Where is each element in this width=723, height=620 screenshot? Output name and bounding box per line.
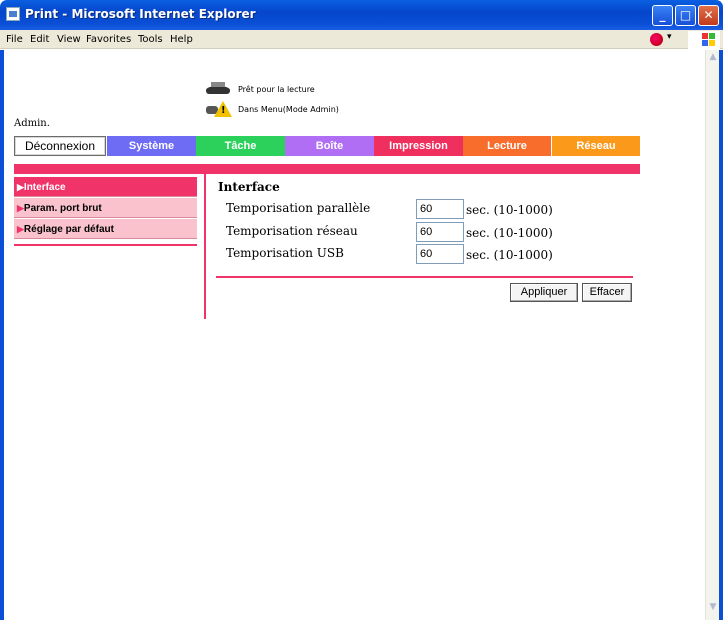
window-titlebar[interactable]: Print - Microsoft Internet Explorer _ □ … [0, 0, 723, 30]
parallel-timeout-unit: sec. (10-1000) [466, 203, 553, 217]
tab-lecture[interactable]: Lecture [463, 136, 551, 156]
section-header-bar [14, 164, 640, 174]
logo-yellow-pane [709, 40, 715, 46]
logo-blue-pane [702, 40, 708, 46]
parallel-timeout-input[interactable] [416, 199, 464, 219]
menu-view[interactable]: View [57, 34, 81, 45]
sidebar-item-label: Interface [23, 182, 66, 193]
play-arrow-icon: ▶ [17, 182, 24, 192]
vertical-scrollbar[interactable]: ▲ ▼ [705, 50, 723, 620]
usb-timeout-label: Temporisation USB [226, 246, 344, 260]
logo-red-pane [702, 33, 708, 39]
menu-help[interactable]: Help [170, 34, 193, 45]
language-globe-icon[interactable] [650, 33, 663, 46]
usb-timeout-unit: sec. (10-1000) [466, 248, 553, 262]
window-title: Print - Microsoft Internet Explorer [25, 7, 256, 21]
chevron-down-icon[interactable]: ▾ [667, 32, 672, 42]
status-mode: ! Dans Menu(Mode Admin) [206, 100, 339, 118]
status-ready-text: Prêt pour la lecture [238, 84, 315, 94]
status-mode-text: Dans Menu(Mode Admin) [238, 104, 339, 114]
tab-reseau[interactable]: Réseau [552, 136, 640, 156]
clear-button[interactable]: Effacer [582, 283, 632, 302]
sidebar-item-interface[interactable]: ▶Interface [14, 177, 197, 197]
tab-systeme[interactable]: Système [107, 136, 196, 156]
sidebar-item-label: Param. port brut [23, 203, 102, 214]
sidebar-item-param-port-brut[interactable]: ▶Param. port brut [14, 198, 197, 218]
menu-bar: File Edit View Favorites Tools Help [0, 30, 723, 49]
minimize-button[interactable]: _ [652, 5, 673, 26]
status-ready: Prêt pour la lecture [206, 82, 315, 96]
logo-green-pane [709, 33, 715, 39]
menu-edit[interactable]: Edit [30, 34, 49, 45]
panel-divider [204, 174, 206, 319]
network-timeout-unit: sec. (10-1000) [466, 226, 553, 240]
warning-icon: ! [206, 100, 232, 118]
sidebar-divider [14, 244, 197, 246]
tab-boite[interactable]: Boîte [285, 136, 374, 156]
apply-button[interactable]: Appliquer [510, 283, 578, 302]
play-arrow-icon: ▶ [17, 203, 24, 213]
form-title: Interface [218, 180, 280, 194]
menu-favorites[interactable]: Favorites [86, 34, 131, 45]
admin-label: Admin. [14, 118, 50, 129]
printer-icon [206, 82, 232, 96]
form-divider [216, 276, 633, 278]
scroll-down-icon[interactable]: ▼ [707, 602, 719, 616]
ie-page-icon [6, 7, 20, 21]
sidebar-item-label: Réglage par défaut [23, 224, 114, 235]
close-button[interactable]: ✕ [698, 5, 719, 26]
windows-logo-icon [688, 31, 720, 49]
menu-file[interactable]: File [6, 34, 23, 45]
menu-tools[interactable]: Tools [138, 34, 163, 45]
usb-timeout-input[interactable] [416, 244, 464, 264]
tab-impression[interactable]: Impression [374, 136, 463, 156]
logout-button[interactable]: Déconnexion [14, 136, 106, 156]
scroll-up-icon[interactable]: ▲ [707, 52, 719, 66]
tab-tache[interactable]: Tâche [196, 136, 285, 156]
sidebar-item-reglage-par-defaut[interactable]: ▶Réglage par défaut [14, 219, 197, 239]
warning-exclamation-glyph: ! [221, 105, 226, 116]
network-timeout-label: Temporisation réseau [226, 224, 358, 238]
play-arrow-icon: ▶ [17, 224, 24, 234]
network-timeout-input[interactable] [416, 222, 464, 242]
maximize-button[interactable]: □ [675, 5, 696, 26]
main-tabs: Déconnexion Système Tâche Boîte Impressi… [14, 136, 640, 156]
parallel-timeout-label: Temporisation parallèle [226, 201, 371, 215]
